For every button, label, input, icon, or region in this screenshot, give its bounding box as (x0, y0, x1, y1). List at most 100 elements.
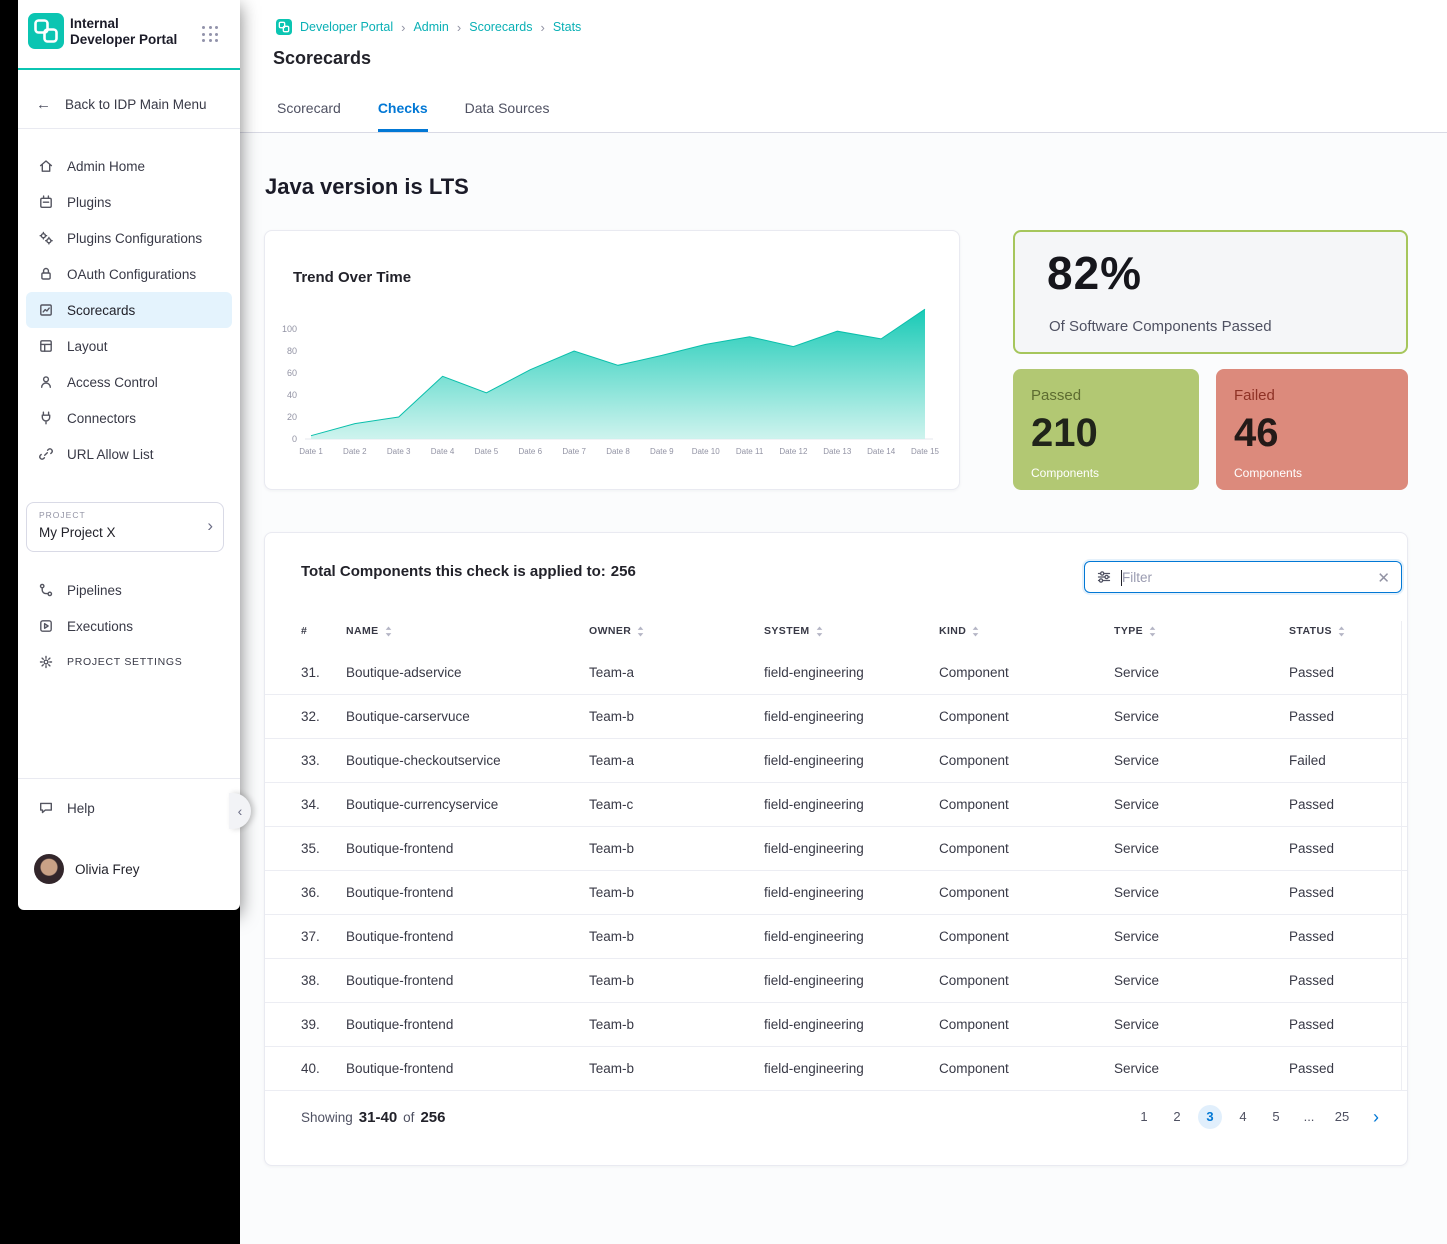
table-row[interactable]: 38.Boutique-frontendTeam-bfield-engineer… (265, 959, 1407, 1003)
page-4[interactable]: 4 (1231, 1105, 1255, 1129)
sidebar-item-project-settings[interactable]: PROJECT SETTINGS (26, 644, 232, 680)
filter-sliders-icon[interactable] (1096, 569, 1112, 585)
project-name: My Project X (39, 525, 116, 540)
project-selector[interactable]: PROJECT My Project X › (26, 502, 224, 552)
column-header-owner[interactable]: OWNER (589, 625, 644, 637)
check-title: Java version is LTS (265, 174, 469, 200)
cell-num: 39. (301, 1003, 320, 1046)
clear-filter-icon[interactable]: ✕ (1377, 569, 1390, 587)
sort-icon (972, 626, 979, 637)
table-row[interactable]: 37.Boutique-frontendTeam-bfield-engineer… (265, 915, 1407, 959)
cell-type: Service (1114, 827, 1159, 870)
sidebar-item-layout[interactable]: Layout (26, 328, 232, 364)
x-axis-label: Date 2 (333, 447, 377, 456)
breadcrumb-item-scorecards[interactable]: Scorecards (469, 20, 532, 34)
page-25[interactable]: 25 (1330, 1105, 1354, 1129)
cell-status: Passed (1289, 783, 1334, 826)
y-axis: 020406080100 (269, 301, 299, 441)
table-row[interactable]: 39.Boutique-frontendTeam-bfield-engineer… (265, 1003, 1407, 1047)
table-row[interactable]: 40.Boutique-frontendTeam-bfield-engineer… (265, 1047, 1407, 1091)
cell-system: field-engineering (764, 1003, 864, 1046)
failed-label: Failed (1234, 387, 1275, 404)
cell-type: Service (1114, 783, 1159, 826)
breadcrumb-item-stats[interactable]: Stats (553, 20, 582, 34)
column-header-kind[interactable]: KIND (939, 625, 979, 637)
table-row[interactable]: 34.Boutique-currencyserviceTeam-cfield-e… (265, 783, 1407, 827)
sidebar-item-oauth-configurations[interactable]: OAuth Configurations (26, 256, 232, 292)
column-header-system[interactable]: SYSTEM (764, 625, 823, 637)
page-5[interactable]: 5 (1264, 1105, 1288, 1129)
sidebar-item-url-allow-list[interactable]: URL Allow List (26, 436, 232, 472)
components-table-card: Total Components this check is applied t… (264, 532, 1408, 1166)
sidebar-nav: Admin HomePluginsPlugins ConfigurationsO… (26, 148, 232, 472)
table-row[interactable]: 31.Boutique-adserviceTeam-afield-enginee… (265, 651, 1407, 695)
cell-kind: Component (939, 1047, 1009, 1090)
table-title: Total Components this check is applied t… (301, 563, 636, 580)
failed-caption: Components (1234, 466, 1302, 480)
sidebar-item-pipelines[interactable]: Pipelines (26, 572, 232, 608)
passed-label: Passed (1031, 387, 1081, 404)
cell-num: 40. (301, 1047, 320, 1090)
user-profile[interactable]: Olivia Frey (34, 850, 140, 888)
avatar (34, 854, 64, 884)
filter-input[interactable] (1122, 570, 1362, 585)
sidebar-item-plugins-configurations[interactable]: Plugins Configurations (26, 220, 232, 256)
column-header-status[interactable]: STATUS (1289, 625, 1345, 637)
page-3[interactable]: 3 (1198, 1105, 1222, 1129)
cell-name: Boutique-frontend (346, 871, 453, 914)
passed-value: 210 (1031, 411, 1098, 456)
plugins-icon (38, 194, 54, 210)
sidebar-item-help[interactable]: Help (26, 790, 232, 826)
column-header-type[interactable]: TYPE (1114, 625, 1156, 637)
sidebar-item-admin-home[interactable]: Admin Home (26, 148, 232, 184)
breadcrumb-item-admin[interactable]: Admin (413, 20, 448, 34)
cell-system: field-engineering (764, 695, 864, 738)
table-body: 31.Boutique-adserviceTeam-afield-enginee… (265, 651, 1407, 1091)
x-axis-label: Date 10 (684, 447, 728, 456)
failed-card: Failed 46 Components (1216, 369, 1408, 490)
cell-status: Passed (1289, 651, 1334, 694)
page-1[interactable]: 1 (1132, 1105, 1156, 1129)
sidebar-item-connectors[interactable]: Connectors (26, 400, 232, 436)
cell-owner: Team-a (589, 739, 634, 782)
cell-status: Passed (1289, 871, 1334, 914)
column-header-name[interactable]: NAME (346, 625, 392, 637)
pass-rate-value: 82% (1047, 246, 1142, 300)
failed-value: 46 (1234, 411, 1279, 456)
sidebar-item-plugins[interactable]: Plugins (26, 184, 232, 220)
tab-checks[interactable]: Checks (378, 100, 428, 132)
table-row[interactable]: 32.Boutique-carservuceTeam-bfield-engine… (265, 695, 1407, 739)
table-row[interactable]: 33.Boutique-checkoutserviceTeam-afield-e… (265, 739, 1407, 783)
apps-grid-icon[interactable] (202, 26, 219, 43)
x-axis-label: Date 15 (903, 447, 947, 456)
next-page-button[interactable]: › (1373, 1105, 1379, 1129)
page-2[interactable]: 2 (1165, 1105, 1189, 1129)
sidebar-item-executions[interactable]: Executions (26, 608, 232, 644)
lock-icon (38, 266, 54, 282)
x-axis-label: Date 6 (508, 447, 552, 456)
cell-name: Boutique-frontend (346, 915, 453, 958)
cell-type: Service (1114, 1003, 1159, 1046)
plugins-config-icon (38, 230, 54, 246)
table-row[interactable]: 36.Boutique-frontendTeam-bfield-engineer… (265, 871, 1407, 915)
sidebar-item-access-control[interactable]: Access Control (26, 364, 232, 400)
tab-scorecard[interactable]: Scorecard (277, 100, 341, 132)
x-axis-label: Date 9 (640, 447, 684, 456)
back-to-main-menu[interactable]: ← Back to IDP Main Menu (36, 96, 207, 113)
sidebar-item-scorecards[interactable]: Scorecards (26, 292, 232, 328)
tab-data-sources[interactable]: Data Sources (465, 100, 550, 132)
cell-kind: Component (939, 871, 1009, 914)
breadcrumb-item-developer-portal[interactable]: Developer Portal (300, 20, 393, 34)
app-title: Internal Developer Portal (70, 16, 177, 48)
idp-logo-icon (28, 13, 64, 49)
cell-type: Service (1114, 959, 1159, 1002)
cell-owner: Team-b (589, 827, 634, 870)
connectors-icon (38, 410, 54, 426)
cell-name: Boutique-frontend (346, 1047, 453, 1090)
sort-icon (816, 626, 823, 637)
passed-card: Passed 210 Components (1013, 369, 1199, 490)
cell-name: Boutique-frontend (346, 1003, 453, 1046)
cell-status: Passed (1289, 1047, 1334, 1090)
cell-kind: Component (939, 827, 1009, 870)
table-row[interactable]: 35.Boutique-frontendTeam-bfield-engineer… (265, 827, 1407, 871)
